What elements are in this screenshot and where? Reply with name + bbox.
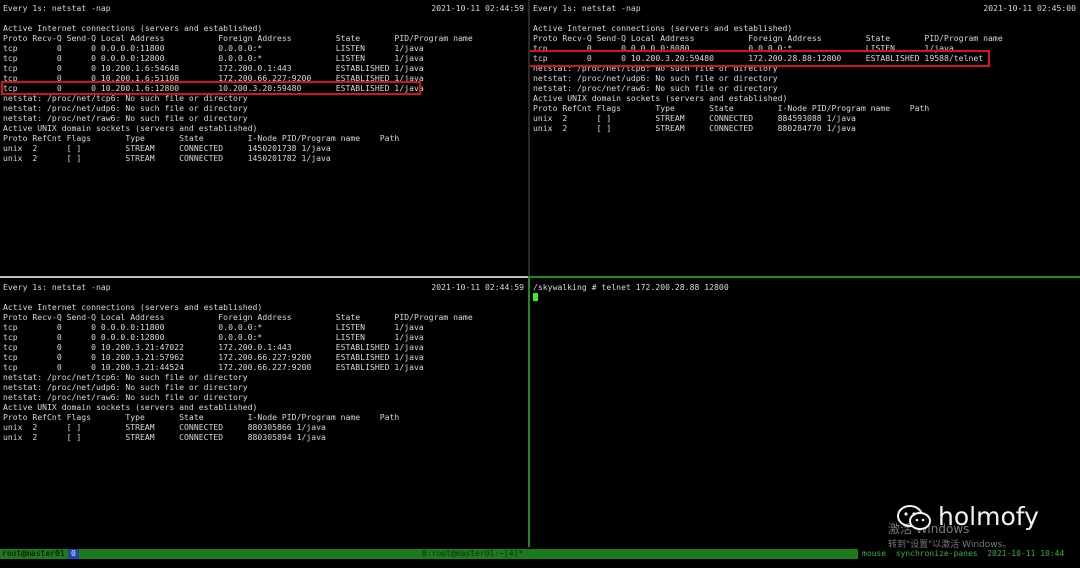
terminal-line: Active UNIX domain sockets (servers and … [3,123,258,133]
window-title[interactable]: 0:root@master01:~[4]* [422,549,523,559]
session-name: root@master01 [2,549,65,558]
terminal-line: Proto RefCnt Flags Type State I-Node PID… [3,412,400,422]
pane-divider-horizontal[interactable] [0,276,528,278]
window-indicator[interactable]: 0 [68,549,79,559]
pane-divider-vertical-active[interactable] [528,276,530,547]
pane-bottom-left[interactable]: Every 1s: netstat -nap 2021-10-11 02:44:… [0,279,528,547]
terminal-line: tcp 0 0 0.0.0.0:11800 0.0.0.0:* LISTEN 1… [3,43,424,53]
wechat-icon [897,505,931,530]
pane-top-left[interactable]: Every 1s: netstat -nap 2021-10-11 02:44:… [0,0,528,276]
shell-prompt-line: /skywalking # telnet 172.200.28.88 12800 [533,282,729,292]
pane-header: Every 1s: netstat -nap [3,3,111,13]
terminal-line: tcp 0 0 10.200.3.21:47022 172.200.0.1:44… [3,342,424,352]
terminal-line: Proto RefCnt Flags Type State I-Node PID… [533,103,930,113]
pane-divider-vertical[interactable] [528,0,530,276]
terminal-line: Active Internet connections (servers and… [533,23,793,33]
terminal-line: netstat: /proc/net/raw6: No such file or… [3,392,248,402]
terminal-line: netstat: /proc/net/raw6: No such file or… [533,83,778,93]
terminal-line: Proto RefCnt Flags Type State I-Node PID… [3,133,400,143]
terminal-line: unix 2 [ ] STREAM CONNECTED 880284770 1/… [533,123,856,133]
terminal-line: unix 2 [ ] STREAM CONNECTED 884593088 1/… [533,113,856,123]
terminal-line: unix 2 [ ] STREAM CONNECTED 880305866 1/… [3,422,326,432]
terminal-line: unix 2 [ ] STREAM CONNECTED 1450201782 1… [3,153,331,163]
terminal-line: Active Internet connections (servers and… [3,23,263,33]
brand-name: holmofy [938,502,1039,531]
pane-clock: 2021-10-11 02:44:59 [431,3,524,13]
terminal-cursor [533,293,538,301]
terminal-line: Active UNIX domain sockets (servers and … [533,93,788,103]
pane-clock: 2021-10-11 02:44:59 [431,282,524,292]
pane-header: Every 1s: netstat -nap [533,3,641,13]
terminal-line: netstat: /proc/net/tcp6: No such file or… [3,372,248,382]
pane-clock: 2021-10-11 02:45:00 [983,3,1076,13]
terminal-line: Proto Recv-Q Send-Q Local Address Foreig… [3,33,473,43]
terminal-line: netstat: /proc/net/udp6: No such file or… [3,103,248,113]
pane-top-right[interactable]: Every 1s: netstat -nap 2021-10-11 02:45:… [530,0,1080,276]
tmux-status-bar: root@master01 0 0:root@master01:~[4]* mo… [0,549,1080,559]
terminal-line: tcp 0 0 0.0.0.0:12800 0.0.0.0:* LISTEN 1… [3,332,424,342]
pane-divider-horizontal-active[interactable] [530,276,1080,278]
terminal-line: tcp 0 0 10.200.3.21:57962 172.200.66.227… [3,352,424,362]
terminal-line: Proto Recv-Q Send-Q Local Address Foreig… [3,312,473,322]
terminal-line: tcp 0 0 10.200.3.21:44524 172.200.66.227… [3,362,424,372]
terminal-line: tcp 0 0 0.0.0.0:11800 0.0.0.0:* LISTEN 1… [3,322,424,332]
terminal-line: unix 2 [ ] STREAM CONNECTED 880305894 1/… [3,432,326,442]
terminal-line: netstat: /proc/net/udp6: No such file or… [3,382,248,392]
terminal-line: Active UNIX domain sockets (servers and … [3,402,258,412]
terminal-line: tcp 0 0 10.200.1.6:54648 172.200.0.1:443… [3,63,424,73]
terminal-line: netstat: /proc/net/raw6: No such file or… [3,113,248,123]
terminal-line: unix 2 [ ] STREAM CONNECTED 1450201738 1… [3,143,331,153]
bottom-band [0,559,1080,568]
terminal-line: Proto Recv-Q Send-Q Local Address Foreig… [533,33,1003,43]
terminal-line: tcp 0 0 0.0.0.0:12800 0.0.0.0:* LISTEN 1… [3,53,424,63]
brand-watermark: holmofy [896,498,1076,538]
highlight-box [1,81,421,95]
highlight-box [530,50,990,67]
terminal-line: Active Internet connections (servers and… [3,302,263,312]
status-right-info: mouse synchronize-panes 2021-10-11 10:44 [862,549,1065,558]
pane-header: Every 1s: netstat -nap [3,282,111,292]
terminal-line: netstat: /proc/net/udp6: No such file or… [533,73,778,83]
